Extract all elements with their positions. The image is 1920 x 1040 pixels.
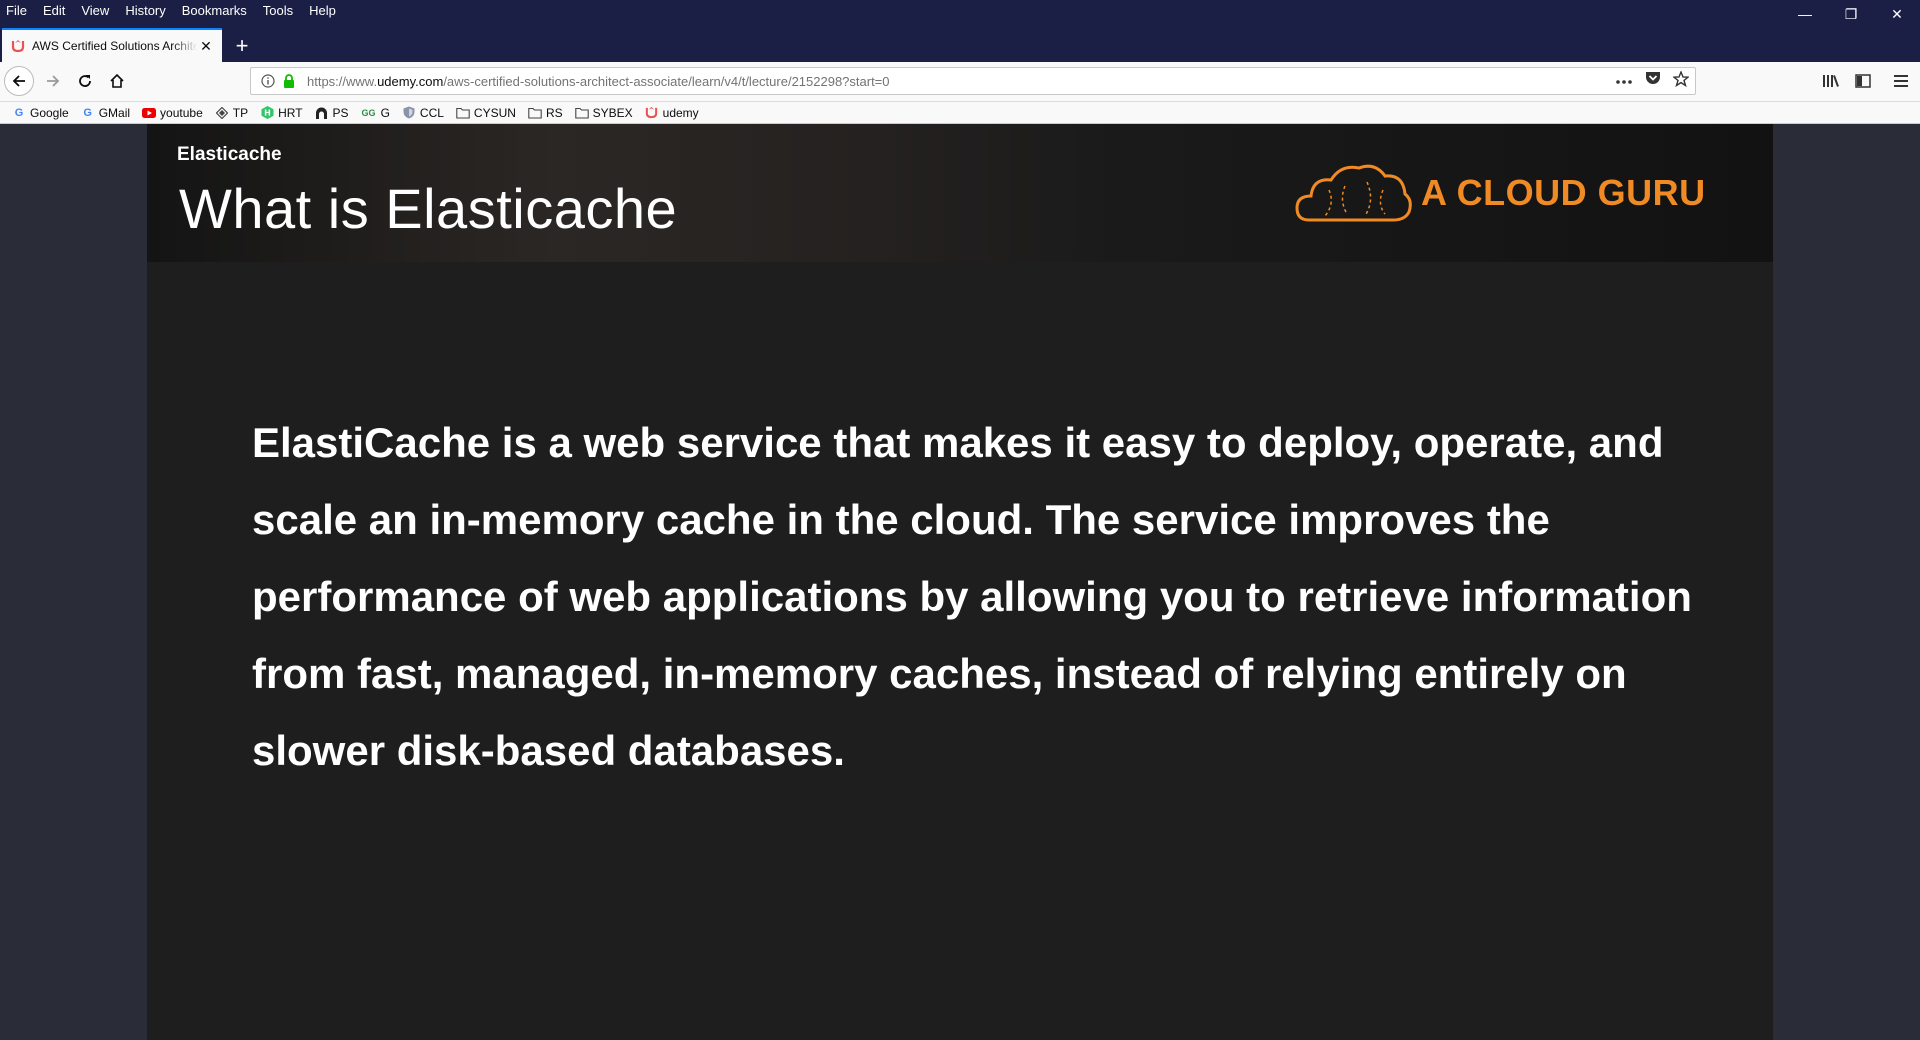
reload-icon — [79, 75, 91, 87]
bookmark-udemy[interactable]: udemy — [645, 106, 699, 120]
bookmark-label: Google — [30, 105, 69, 120]
brand-logo: A CLOUD GURU — [1295, 160, 1706, 226]
url-text[interactable]: https://www.udemy.com/aws-certified-solu… — [307, 74, 890, 89]
bookmark-label: CYSUN — [473, 105, 516, 120]
url-path: /aws-certified-solutions-architect-assoc… — [443, 73, 890, 89]
sidebar-icon[interactable] — [1850, 68, 1876, 94]
diamond-icon — [215, 106, 229, 120]
slide-body-text: ElastiCache is a web service that makes … — [252, 419, 1692, 774]
home-button[interactable] — [102, 66, 132, 96]
shield-icon — [402, 106, 416, 120]
active-tab[interactable]: AWS Certified Solutions Architect - Asso… — [2, 28, 222, 62]
bookmark-g[interactable]: GG G — [361, 106, 390, 120]
tab-close-icon[interactable]: ✕ — [197, 37, 215, 55]
bookmark-youtube[interactable]: youtube — [142, 106, 203, 120]
bookmark-label: TP — [232, 105, 249, 120]
bookmark-star-icon[interactable] — [1672, 69, 1690, 92]
menu-tools[interactable]: Tools — [255, 0, 301, 22]
bookmarks-toolbar: G Google G GMail youtube TP H HRT PS GG … — [0, 102, 1920, 124]
url-domain: udemy.com — [377, 73, 444, 89]
bookmark-google[interactable]: G Google — [12, 106, 69, 120]
nav-toolbar: https://www.udemy.com/aws-certified-solu… — [0, 62, 1920, 102]
browser-titlebar: File Edit View History Bookmarks Tools H… — [0, 0, 1920, 62]
library-icon[interactable] — [1818, 68, 1844, 94]
section-label: Elasticache — [177, 144, 282, 165]
back-button[interactable] — [4, 66, 34, 96]
forward-arrow-icon — [47, 75, 60, 87]
bookmark-ccl[interactable]: CCL — [402, 106, 444, 120]
url-prefix: https://www. — [307, 73, 378, 89]
slide-header: Elasticache What is Elasticache A CLOUD … — [147, 124, 1773, 262]
menu-bar: File Edit View History Bookmarks Tools H… — [0, 0, 344, 22]
menu-history[interactable]: History — [117, 0, 173, 22]
new-tab-button[interactable]: + — [228, 32, 256, 60]
bookmark-label: RS — [545, 105, 563, 120]
bookmark-label: CCL — [419, 105, 444, 120]
bookmark-tp[interactable]: TP — [215, 106, 248, 120]
lecture-video-frame[interactable]: Elasticache What is Elasticache A CLOUD … — [147, 124, 1773, 1040]
google-icon: G — [83, 106, 92, 119]
bookmark-rs[interactable]: RS — [528, 106, 563, 120]
logo-text: A CLOUD GURU — [1421, 172, 1706, 213]
page-actions-icon[interactable] — [1615, 72, 1633, 90]
info-icon[interactable] — [259, 72, 277, 90]
menu-file[interactable]: File — [0, 0, 35, 22]
folder-icon — [574, 106, 589, 120]
udemy-icon — [645, 106, 659, 120]
bookmark-label: SYBEX — [592, 105, 633, 120]
folder-icon — [456, 106, 470, 120]
slide-title: What is Elasticache — [179, 177, 678, 240]
bookmark-label: PS — [332, 105, 349, 120]
arch-icon — [315, 106, 329, 120]
url-actions — [1615, 68, 1690, 94]
reload-button[interactable] — [70, 66, 100, 96]
bookmark-label: HRT — [278, 105, 303, 120]
window-controls: — ❐ ✕ — [1782, 0, 1920, 28]
restore-button[interactable]: ❐ — [1828, 0, 1874, 28]
back-arrow-icon — [12, 75, 25, 87]
lock-icon — [281, 72, 297, 90]
bookmark-gmail[interactable]: G GMail — [81, 106, 130, 120]
youtube-icon — [142, 106, 157, 120]
close-window-button[interactable]: ✕ — [1874, 0, 1920, 28]
bookmark-label: GMail — [98, 105, 131, 120]
bookmark-cysun[interactable]: CYSUN — [456, 106, 516, 120]
bookmark-label: G — [380, 105, 390, 120]
hackerrank-icon: H — [260, 106, 274, 120]
tab-title: AWS Certified Solutions Architect - Asso… — [32, 39, 197, 53]
menu-help[interactable]: Help — [301, 0, 344, 22]
hamburger-menu-icon[interactable] — [1888, 68, 1914, 94]
bookmark-label: udemy — [662, 105, 699, 120]
udemy-icon — [10, 38, 26, 54]
bookmark-label: youtube — [160, 105, 203, 120]
bookmark-ps[interactable]: PS — [315, 106, 349, 120]
pocket-icon[interactable] — [1645, 71, 1661, 91]
page-content: Elasticache What is Elasticache A CLOUD … — [0, 124, 1920, 1040]
minimize-button[interactable]: — — [1782, 0, 1828, 28]
menu-bookmarks[interactable]: Bookmarks — [174, 0, 255, 22]
svg-text:H: H — [264, 109, 271, 118]
menu-view[interactable]: View — [73, 0, 117, 22]
bookmark-hrt[interactable]: H HRT — [260, 105, 303, 120]
menu-edit[interactable]: Edit — [35, 0, 73, 22]
forward-button[interactable] — [38, 66, 68, 96]
home-icon — [110, 73, 124, 88]
cloud-logo-icon — [1295, 164, 1412, 222]
gfg-icon: GG — [361, 107, 376, 118]
bookmark-sybex[interactable]: SYBEX — [574, 105, 633, 120]
google-icon: G — [14, 106, 24, 119]
url-bar[interactable]: https://www.udemy.com/aws-certified-solu… — [250, 67, 1696, 95]
folder-icon — [528, 106, 542, 120]
